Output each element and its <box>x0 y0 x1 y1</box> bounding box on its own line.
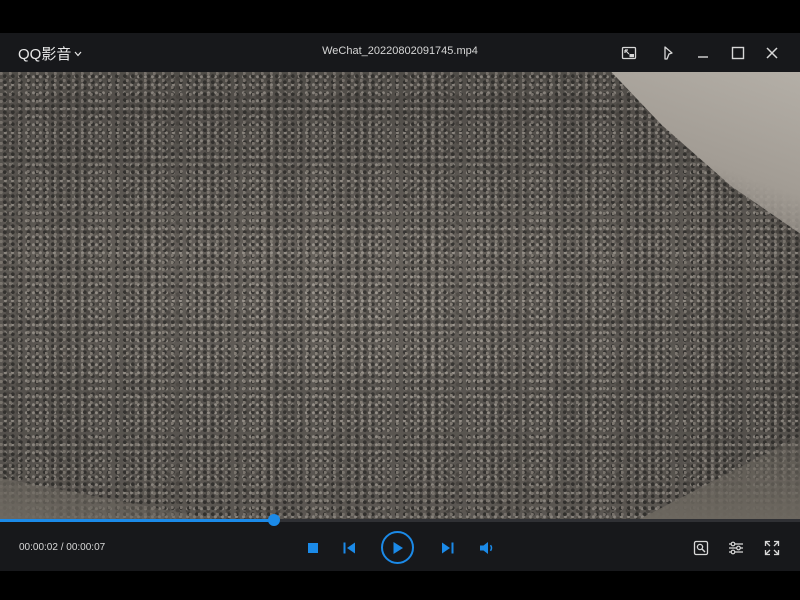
stop-icon <box>308 543 318 553</box>
next-icon <box>441 542 453 554</box>
video-floor-area <box>638 436 800 520</box>
progress-fill <box>0 519 275 522</box>
title-bar: QQ影音 WeChat_20220802091745.mp4 <box>0 33 800 72</box>
video-player-window: QQ影音 WeChat_20220802091745.mp4 00:00:02 … <box>0 33 800 571</box>
screenshot-button[interactable] <box>692 539 710 557</box>
volume-icon <box>480 542 493 554</box>
video-floor-area <box>0 478 220 520</box>
pin-on-top-button[interactable] <box>657 42 679 64</box>
screenshot-icon <box>693 540 709 556</box>
progress-handle[interactable] <box>268 514 281 526</box>
play-button[interactable] <box>381 531 414 564</box>
play-icon <box>393 541 403 554</box>
maximize-button[interactable] <box>727 42 749 64</box>
close-icon <box>766 47 778 59</box>
settings-button[interactable] <box>727 539 745 557</box>
fullscreen-button[interactable] <box>763 539 781 557</box>
next-button[interactable] <box>439 540 455 556</box>
video-frame[interactable] <box>0 72 800 520</box>
stop-button[interactable] <box>305 540 321 556</box>
app-menu-button[interactable]: QQ影音 <box>18 43 82 63</box>
picture-in-picture-icon <box>621 46 637 60</box>
settings-sliders-icon <box>729 541 743 555</box>
previous-button[interactable] <box>341 540 357 556</box>
volume-button[interactable] <box>478 540 496 556</box>
minimize-button[interactable] <box>692 42 714 64</box>
progress-bar[interactable] <box>0 514 800 526</box>
minimize-icon <box>698 56 708 58</box>
maximize-icon <box>731 46 745 60</box>
previous-icon <box>343 542 355 554</box>
time-display: 00:00:02 / 00:00:07 <box>19 542 105 553</box>
total-duration: 00:00:07 <box>66 542 106 553</box>
fullscreen-icon <box>764 540 780 556</box>
close-button[interactable] <box>761 42 783 64</box>
app-name: QQ影音 <box>18 45 72 63</box>
video-floor-area <box>611 72 800 234</box>
current-time: 00:00:02 <box>19 542 58 553</box>
mini-mode-button[interactable] <box>618 42 640 64</box>
chevron-down-icon <box>74 51 82 56</box>
file-title: WeChat_20220802091745.mp4 <box>322 45 478 57</box>
pin-icon <box>664 46 673 60</box>
